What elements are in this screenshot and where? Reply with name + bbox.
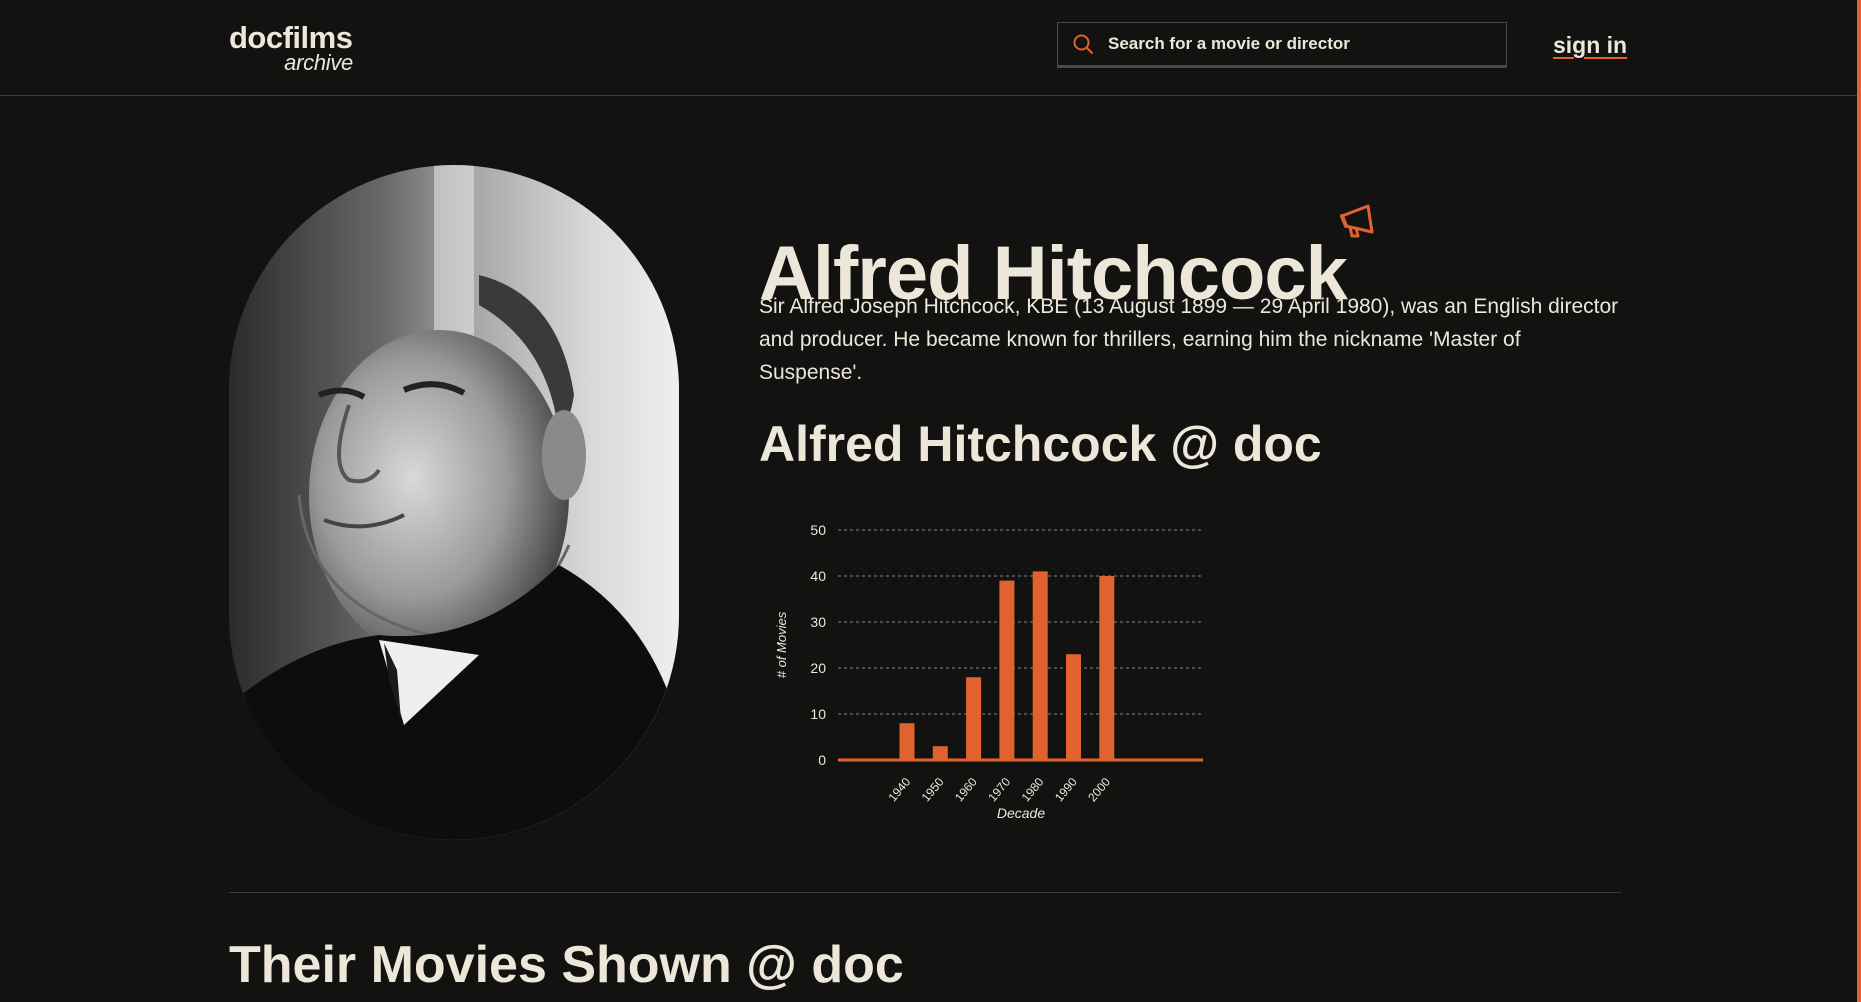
chart-y-tick-label: 10 xyxy=(810,706,826,722)
chart-x-tick-label: 1950 xyxy=(919,775,947,805)
chart-y-axis-label: # of Movies xyxy=(774,611,789,678)
search-bar[interactable] xyxy=(1057,22,1507,68)
movies-section-title: Their Movies Shown @ doc xyxy=(229,936,904,994)
director-portrait xyxy=(229,165,679,840)
chart-bar xyxy=(932,746,948,760)
chart-y-tick-label: 20 xyxy=(810,660,826,676)
stats-title: Alfred Hitchcock @ doc xyxy=(759,416,1322,472)
scroll-accent-bar xyxy=(1857,0,1861,1002)
chart-y-tick-label: 0 xyxy=(818,752,826,768)
search-input[interactable] xyxy=(1108,34,1506,54)
chart-x-tick-label: 2000 xyxy=(1085,775,1113,805)
chart-y-tick-label: 40 xyxy=(810,568,826,584)
chart-bar xyxy=(1032,571,1048,760)
site-header: docfilms archive sign in xyxy=(0,0,1861,96)
chart-bar xyxy=(899,723,915,760)
chart-x-axis-label: Decade xyxy=(997,805,1045,821)
chart-x-tick-label: 1940 xyxy=(885,775,913,805)
chart-bar xyxy=(1066,654,1081,760)
chart-x-tick-label: 1960 xyxy=(952,775,980,805)
chart-bar xyxy=(966,677,982,760)
sign-in-link[interactable]: sign in xyxy=(1553,32,1627,59)
search-icon xyxy=(1058,22,1108,66)
chart-x-tick-label: 1990 xyxy=(1052,775,1080,805)
chart-bar xyxy=(999,580,1015,760)
chart-y-tick-label: 30 xyxy=(810,614,826,630)
movies-per-decade-chart: 0 10 20 30 40 50 1940 1950 1960 1970 1980 1990 2000 D… xyxy=(759,505,1239,835)
chart-svg: 0 10 20 30 40 50 1940 1950 1960 1970 1980 1990 2000 D… xyxy=(774,522,1203,821)
director-bio: Sir Alfred Joseph Hitchcock, KBE (13 Aug… xyxy=(759,295,1619,384)
section-divider xyxy=(229,892,1621,893)
chart-bar xyxy=(1099,576,1115,760)
chart-x-tick-label: 1980 xyxy=(1019,775,1047,805)
logo-line2: archive xyxy=(284,50,353,75)
chart-y-tick-label: 50 xyxy=(810,522,826,538)
megaphone-icon xyxy=(1338,202,1380,242)
chart-x-tick-label: 1970 xyxy=(985,775,1013,805)
site-logo[interactable]: docfilms archive xyxy=(229,20,359,80)
